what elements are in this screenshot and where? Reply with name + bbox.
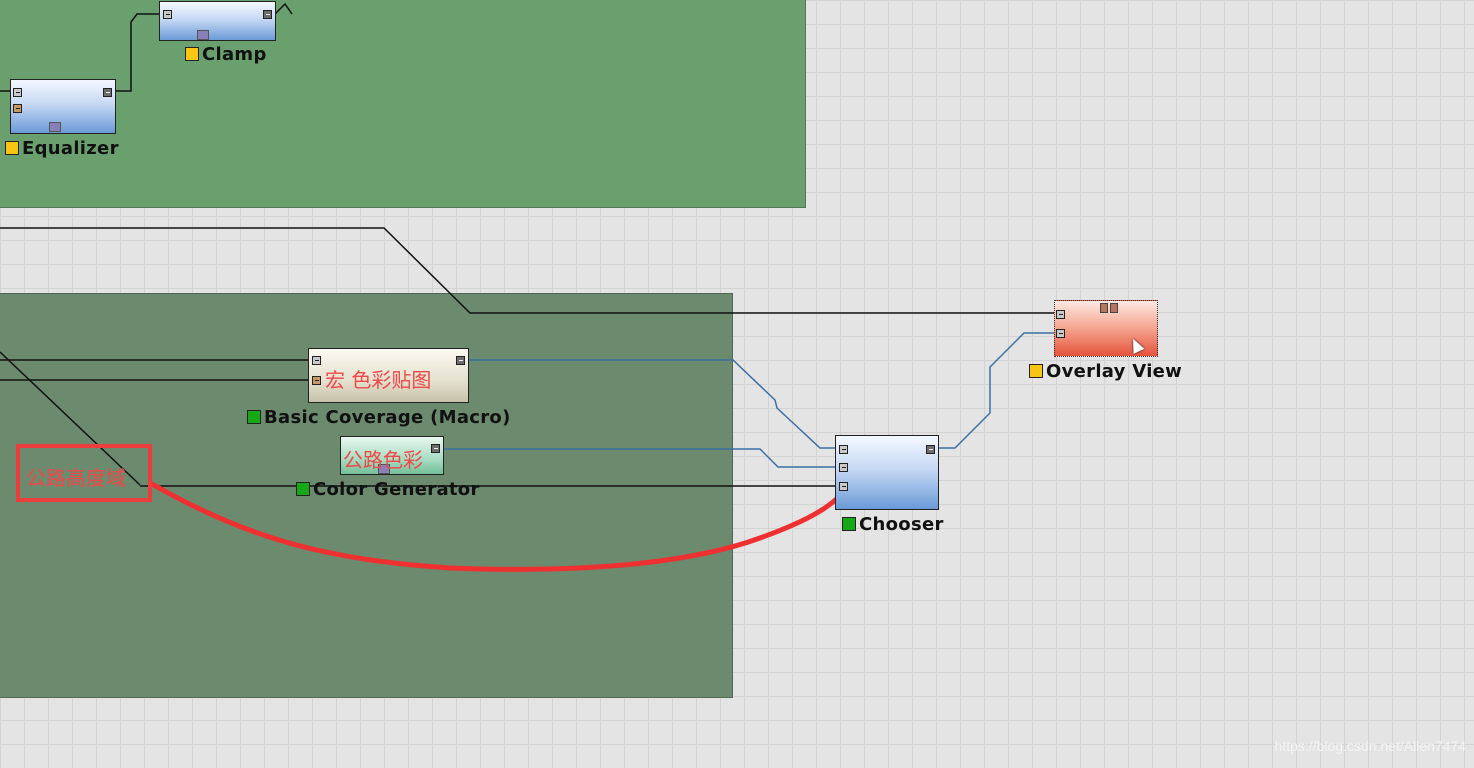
- colorgen-output-port[interactable]: [431, 444, 440, 453]
- connection-wires: [0, 2, 1055, 572]
- clamp-node[interactable]: [159, 1, 276, 41]
- status-square-green: [247, 410, 261, 424]
- wire-clamp-out: [274, 2, 293, 15]
- watermark-text: https://blog.csdn.net/Allen7474: [1274, 738, 1466, 754]
- equalizer-input-port-1[interactable]: [13, 88, 22, 97]
- overlay-input-port-2[interactable]: [1056, 329, 1065, 338]
- overlay-view-label: Overlay View: [1029, 361, 1182, 382]
- chooser-label: Chooser: [842, 514, 944, 535]
- chooser-input-port-1[interactable]: [839, 445, 848, 454]
- status-square-green: [296, 482, 310, 496]
- equalizer-output-port[interactable]: [103, 88, 112, 97]
- equalizer-preview-thumb: [49, 122, 61, 132]
- status-square-yellow: [1029, 364, 1043, 378]
- coverage-output-port[interactable]: [456, 356, 465, 365]
- overlay-input-port-1[interactable]: [1056, 310, 1065, 319]
- coverage-input-port-2[interactable]: [312, 376, 321, 385]
- equalizer-node[interactable]: [10, 79, 116, 134]
- annotation-road-color: 公路色彩: [343, 448, 423, 472]
- basic-coverage-label: Basic Coverage (Macro): [247, 407, 511, 428]
- annotation-road-height-field: 公路高度域: [26, 466, 126, 490]
- chooser-output-port[interactable]: [926, 445, 935, 454]
- clamp-label: Clamp: [185, 44, 267, 65]
- graph-canvas[interactable]: Clamp Equalizer 宏 色彩贴图 Basic Coverage (M…: [0, 0, 1474, 768]
- equalizer-label: Equalizer: [5, 138, 119, 159]
- overlay-preview-thumb-1: [1100, 303, 1108, 313]
- clamp-input-port[interactable]: [163, 10, 172, 19]
- chooser-input-port-2[interactable]: [839, 463, 848, 472]
- status-square-green: [842, 517, 856, 531]
- status-square-yellow: [5, 141, 19, 155]
- chooser-input-port-3[interactable]: [839, 482, 848, 491]
- equalizer-input-port-2[interactable]: [13, 104, 22, 113]
- chooser-node[interactable]: [835, 435, 939, 510]
- wire-to-overlay-input1: [0, 227, 1055, 314]
- wire-chooser-to-overlay: [938, 332, 1055, 449]
- wire-equalizer-clamp: [115, 13, 160, 92]
- clamp-output-port[interactable]: [263, 10, 272, 19]
- wire-colorgen-to-chooser: [443, 448, 835, 468]
- color-generator-label: Color Generator: [296, 479, 480, 500]
- annotation-macro-color-map: 宏 色彩贴图: [325, 368, 432, 392]
- clamp-preview-thumb: [197, 30, 209, 40]
- status-square-yellow: [185, 47, 199, 61]
- wire-coverage-to-chooser: [468, 359, 835, 449]
- coverage-input-port-1[interactable]: [312, 356, 321, 365]
- overlay-preview-thumb-2: [1110, 303, 1118, 313]
- annotation-curve: [149, 481, 851, 572]
